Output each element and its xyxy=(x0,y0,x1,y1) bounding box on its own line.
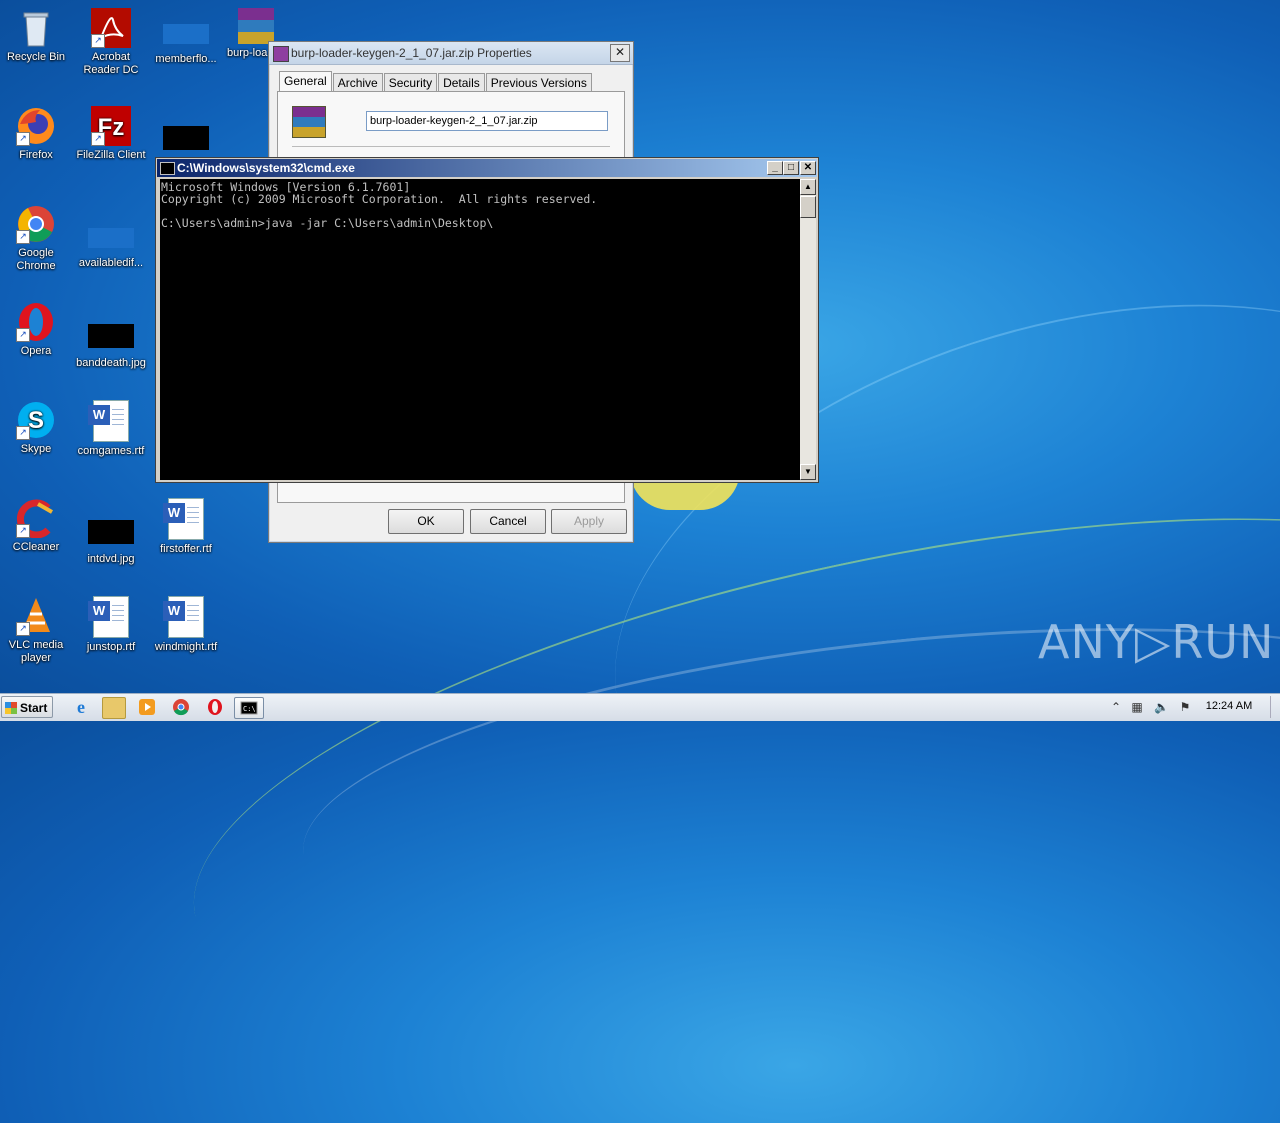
volume-icon[interactable]: 🔈 xyxy=(1154,700,1169,714)
desktop-icon-intdvd[interactable]: intdvd.jpg xyxy=(73,512,149,566)
image-thumbnail-icon xyxy=(88,520,134,544)
word-document-icon xyxy=(163,596,204,638)
cmd-window: C:\Windows\system32\cmd.exe _ □ ✕ Micros… xyxy=(155,157,819,483)
scroll-up-arrow-icon[interactable]: ▲ xyxy=(800,179,816,195)
taskbar-opera-icon[interactable] xyxy=(204,697,226,717)
skype-icon: S ↗ xyxy=(16,400,56,440)
desktop-icon-filezilla[interactable]: Fz ↗ FileZilla Client xyxy=(73,106,149,162)
ccleaner-icon: ↗ xyxy=(16,498,56,539)
desktop-icon-firefox[interactable]: ↗ Firefox xyxy=(0,106,74,162)
shortcut-arrow-icon: ↗ xyxy=(16,524,30,538)
svg-text:C:\: C:\ xyxy=(243,705,256,713)
network-icon[interactable]: ▦ xyxy=(1130,700,1144,714)
desktop-icon-memberflo[interactable]: memberflo... xyxy=(148,22,224,66)
show-desktop-button[interactable] xyxy=(1270,696,1279,718)
winrar-archive-icon xyxy=(273,46,289,62)
taskbar: Start e C:\ ⌃ ▦ 🔈 ⚑ 12:24 AM xyxy=(0,693,1280,721)
word-document-icon xyxy=(88,596,129,638)
winrar-archive-icon xyxy=(292,106,326,138)
tab-details[interactable]: Details xyxy=(438,73,485,93)
shortcut-arrow-icon: ↗ xyxy=(91,34,105,48)
vertical-scrollbar[interactable]: ▲ ▼ xyxy=(800,179,816,480)
desktop-icon-firstoffer[interactable]: firstoffer.rtf xyxy=(148,498,224,556)
acrobat-icon: ↗ xyxy=(91,8,131,48)
anyrun-watermark: ANY▷RUN xyxy=(1038,615,1275,669)
shortcut-arrow-icon: ↗ xyxy=(16,622,30,636)
shortcut-arrow-icon: ↗ xyxy=(16,230,30,244)
divider xyxy=(292,146,610,147)
scroll-thumb[interactable] xyxy=(800,196,816,218)
minimize-icon[interactable]: _ xyxy=(767,161,783,175)
shortcut-arrow-icon: ↗ xyxy=(16,132,30,146)
desktop-icon-vlc[interactable]: ↗ VLC media player xyxy=(0,596,74,665)
image-thumbnail-icon xyxy=(88,324,134,348)
file-thumbnail-icon xyxy=(163,24,209,44)
tab-security[interactable]: Security xyxy=(383,73,438,93)
ok-button[interactable]: OK xyxy=(388,509,464,534)
start-label: Start xyxy=(20,701,48,715)
apply-button[interactable]: Apply xyxy=(551,509,627,534)
taskbar-cmd-icon[interactable]: C:\ xyxy=(234,697,264,719)
cmd-title: C:\Windows\system32\cmd.exe xyxy=(177,161,355,175)
vlc-cone-icon: ↗ xyxy=(16,596,56,636)
file-thumbnail-icon xyxy=(88,228,134,248)
properties-title-bar[interactable]: burp-loader-keygen-2_1_07.jar.zip Proper… xyxy=(269,42,633,65)
properties-tabs: General Archive Security Details Previou… xyxy=(279,71,593,93)
scroll-down-arrow-icon[interactable]: ▼ xyxy=(800,464,816,480)
desktop-icon-ccleaner[interactable]: ↗ CCleaner xyxy=(0,498,74,554)
shortcut-arrow-icon: ↗ xyxy=(16,426,30,440)
start-button[interactable]: Start xyxy=(1,696,53,718)
filename-field[interactable] xyxy=(366,111,608,131)
console-line: C:\Users\admin>java -jar C:\Users\admin\… xyxy=(161,216,494,230)
cancel-button[interactable]: Cancel xyxy=(470,509,546,534)
image-thumbnail-icon xyxy=(163,126,209,150)
recycle-bin-icon xyxy=(16,8,56,48)
windows-logo-icon xyxy=(5,702,17,714)
tab-archive[interactable]: Archive xyxy=(332,73,383,93)
desktop-icon-recycle-bin[interactable]: Recycle Bin xyxy=(0,8,74,64)
taskbar-clock[interactable]: 12:24 AM xyxy=(1198,700,1260,712)
properties-title: burp-loader-keygen-2_1_07.jar.zip Proper… xyxy=(291,46,532,60)
shortcut-arrow-icon: ↗ xyxy=(16,328,30,342)
taskbar-chrome-icon[interactable] xyxy=(170,697,192,717)
desktop-icon-black-file[interactable] xyxy=(148,118,224,159)
tab-previous-versions[interactable]: Previous Versions xyxy=(485,73,592,93)
taskbar-explorer-icon[interactable] xyxy=(102,697,126,719)
desktop-icon-burp-loader[interactable]: burp-loa xyxy=(224,8,274,60)
cmd-title-bar[interactable]: C:\Windows\system32\cmd.exe _ □ ✕ xyxy=(157,159,817,177)
taskbar-media-player-icon[interactable] xyxy=(136,697,158,717)
desktop-icon-comgames[interactable]: comgames.rtf xyxy=(73,400,149,458)
show-hidden-icons-icon[interactable]: ⌃ xyxy=(1109,700,1123,714)
close-icon[interactable]: ✕ xyxy=(800,161,816,175)
cmd-icon xyxy=(160,162,175,175)
maximize-icon[interactable]: □ xyxy=(783,161,799,175)
svg-text:S: S xyxy=(28,407,44,434)
close-icon[interactable]: ✕ xyxy=(610,44,630,62)
firefox-icon: ↗ xyxy=(16,106,56,146)
tab-general[interactable]: General xyxy=(279,71,332,93)
opera-icon: ↗ xyxy=(16,302,56,342)
desktop-icon-banddeath[interactable]: banddeath.jpg xyxy=(73,316,149,370)
console-output[interactable]: Microsoft Windows [Version 6.1.7601] Copy… xyxy=(160,179,800,480)
desktop-icon-windmight[interactable]: windmight.rtf xyxy=(148,596,224,654)
word-document-icon xyxy=(163,498,204,540)
chrome-icon: ↗ xyxy=(16,204,56,244)
svg-text:e: e xyxy=(77,697,85,717)
winrar-archive-icon xyxy=(238,8,274,44)
desktop-icon-acrobat[interactable]: ↗ Acrobat Reader DC xyxy=(73,8,149,77)
console-line: Copyright (c) 2009 Microsoft Corporation… xyxy=(161,192,598,206)
filezilla-icon: Fz ↗ xyxy=(91,106,131,146)
desktop-icon-opera[interactable]: ↗ Opera xyxy=(0,302,74,358)
desktop-icon-junstop[interactable]: junstop.rtf xyxy=(73,596,149,654)
action-center-flag-icon[interactable]: ⚑ xyxy=(1178,700,1192,714)
taskbar-ie-icon[interactable]: e xyxy=(70,697,92,717)
desktop-icon-skype[interactable]: S ↗ Skype xyxy=(0,400,74,456)
desktop-icon-availabledif[interactable]: availabledif... xyxy=(73,216,149,270)
desktop-icon-chrome[interactable]: ↗ Google Chrome xyxy=(0,204,74,273)
shortcut-arrow-icon: ↗ xyxy=(91,132,105,146)
word-document-icon xyxy=(88,400,129,442)
